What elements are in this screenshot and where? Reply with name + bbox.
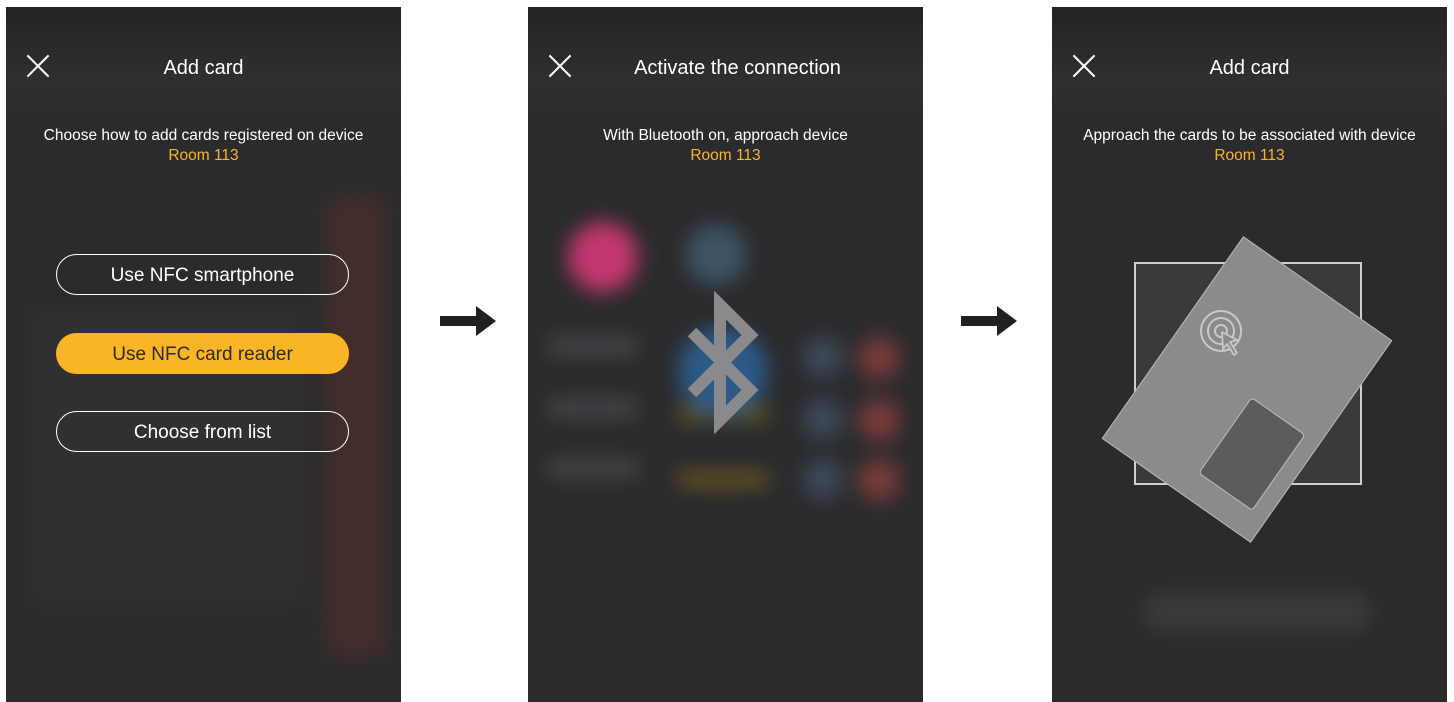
description: With Bluetooth on, approach device Room … (528, 126, 923, 166)
description: Approach the cards to be associated with… (1052, 126, 1447, 166)
use-nfc-smartphone-button[interactable]: Use NFC smartphone (56, 254, 349, 295)
device-name: Room 113 (1214, 147, 1285, 164)
choose-from-list-button[interactable]: Choose from list (56, 411, 349, 452)
bluetooth-icon (687, 290, 759, 435)
device-name: Room 113 (690, 147, 761, 164)
screen-add-card-options: Add card Choose how to add cards registe… (6, 7, 401, 702)
use-nfc-card-reader-button[interactable]: Use NFC card reader (56, 333, 349, 374)
screen-activate-connection: Activate the connection With Bluetooth o… (528, 7, 923, 702)
right-arrow-icon (961, 306, 1017, 336)
nfc-target-icon (1200, 310, 1242, 356)
page-title: Add card (163, 57, 244, 79)
description-text: Approach the cards to be associated with… (1083, 127, 1416, 144)
description: Choose how to add cards registered on de… (6, 126, 401, 166)
page-title: Add card (1209, 57, 1290, 79)
device-name: Room 113 (168, 147, 239, 164)
description-text: Choose how to add cards registered on de… (43, 127, 364, 144)
description-text: With Bluetooth on, approach device (603, 127, 848, 144)
right-arrow-icon (440, 306, 496, 336)
screen-add-card-approach: Add card Approach the cards to be associ… (1052, 7, 1447, 702)
page-title: Activate the connection (634, 57, 841, 79)
